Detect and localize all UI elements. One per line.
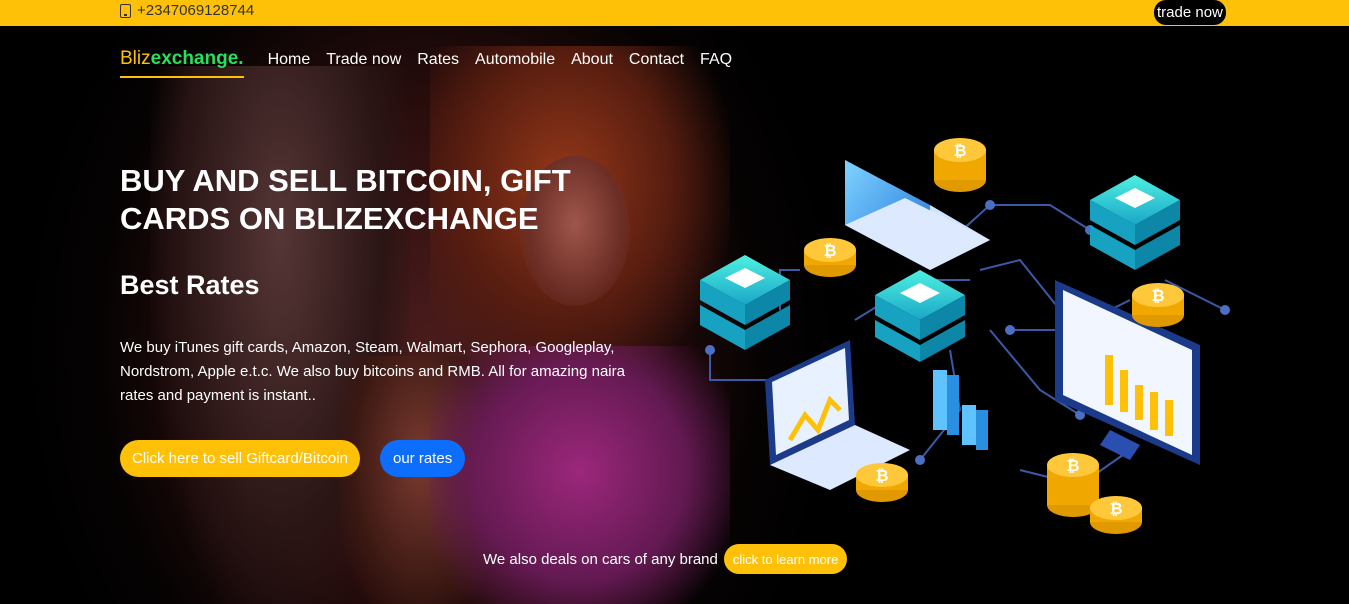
svg-text:₿: ₿ [1109, 499, 1122, 518]
hero-headline: BUY AND SELL BITCOIN, GIFT CARDS ON BLIZ… [120, 163, 571, 236]
nav-home[interactable]: Home [268, 51, 311, 69]
brand-logo[interactable]: Blizexchange. [120, 48, 244, 78]
cars-promo: We also deals on cars of any brand click… [483, 544, 848, 574]
svg-text:₿: ₿ [953, 141, 966, 160]
bitcoin-coin-icon: ₿ [856, 463, 908, 502]
svg-text:₿: ₿ [1151, 286, 1164, 305]
bitcoin-coin-icon: ₿ [934, 138, 986, 192]
nav-trade-now[interactable]: Trade now [326, 51, 401, 69]
server-stack-right-icon [1090, 175, 1180, 270]
trade-now-top-button[interactable]: trade now [1154, 0, 1226, 25]
hero-subhead: Best Rates [120, 270, 260, 300]
svg-text:₿: ₿ [1066, 456, 1079, 475]
bitcoin-coin-icon: ₿ [804, 238, 856, 277]
learn-more-button[interactable]: click to learn more [723, 544, 848, 574]
svg-text:₿: ₿ [823, 241, 836, 260]
server-stack-left-icon [700, 255, 790, 350]
hero-description: We buy iTunes gift cards, Amazon, Steam,… [120, 339, 625, 404]
sell-giftcard-button[interactable]: Click here to sell Giftcard/Bitcoin [120, 440, 360, 477]
nav-rates[interactable]: Rates [417, 51, 459, 69]
nav-contact[interactable]: Contact [629, 51, 684, 69]
nav-automobile[interactable]: Automobile [475, 51, 555, 69]
our-rates-button[interactable]: our rates [380, 440, 466, 477]
phone-contact[interactable]: +2347069128744 [120, 2, 254, 19]
top-bar: +2347069128744 trade now [0, 0, 1349, 26]
cars-text: We also deals on cars of any brand [483, 550, 718, 568]
svg-text:₿: ₿ [875, 466, 888, 485]
phone-icon [120, 3, 131, 18]
main-nav: Blizexchange. Home Trade now Rates Autom… [120, 42, 732, 78]
crypto-network-illustration: ₿ ₿ ₿ ₿ ₿ ₿ [700, 138, 1230, 534]
nav-links: Home Trade now Rates Automobile About Co… [268, 51, 733, 69]
bitcoin-coin-icon: ₿ [1090, 496, 1142, 534]
bitcoin-coin-icon: ₿ [1132, 283, 1184, 327]
nav-about[interactable]: About [571, 51, 613, 69]
phone-number: +2347069128744 [137, 2, 255, 19]
server-stack-center-icon [875, 270, 965, 362]
nav-faq[interactable]: FAQ [700, 51, 732, 69]
